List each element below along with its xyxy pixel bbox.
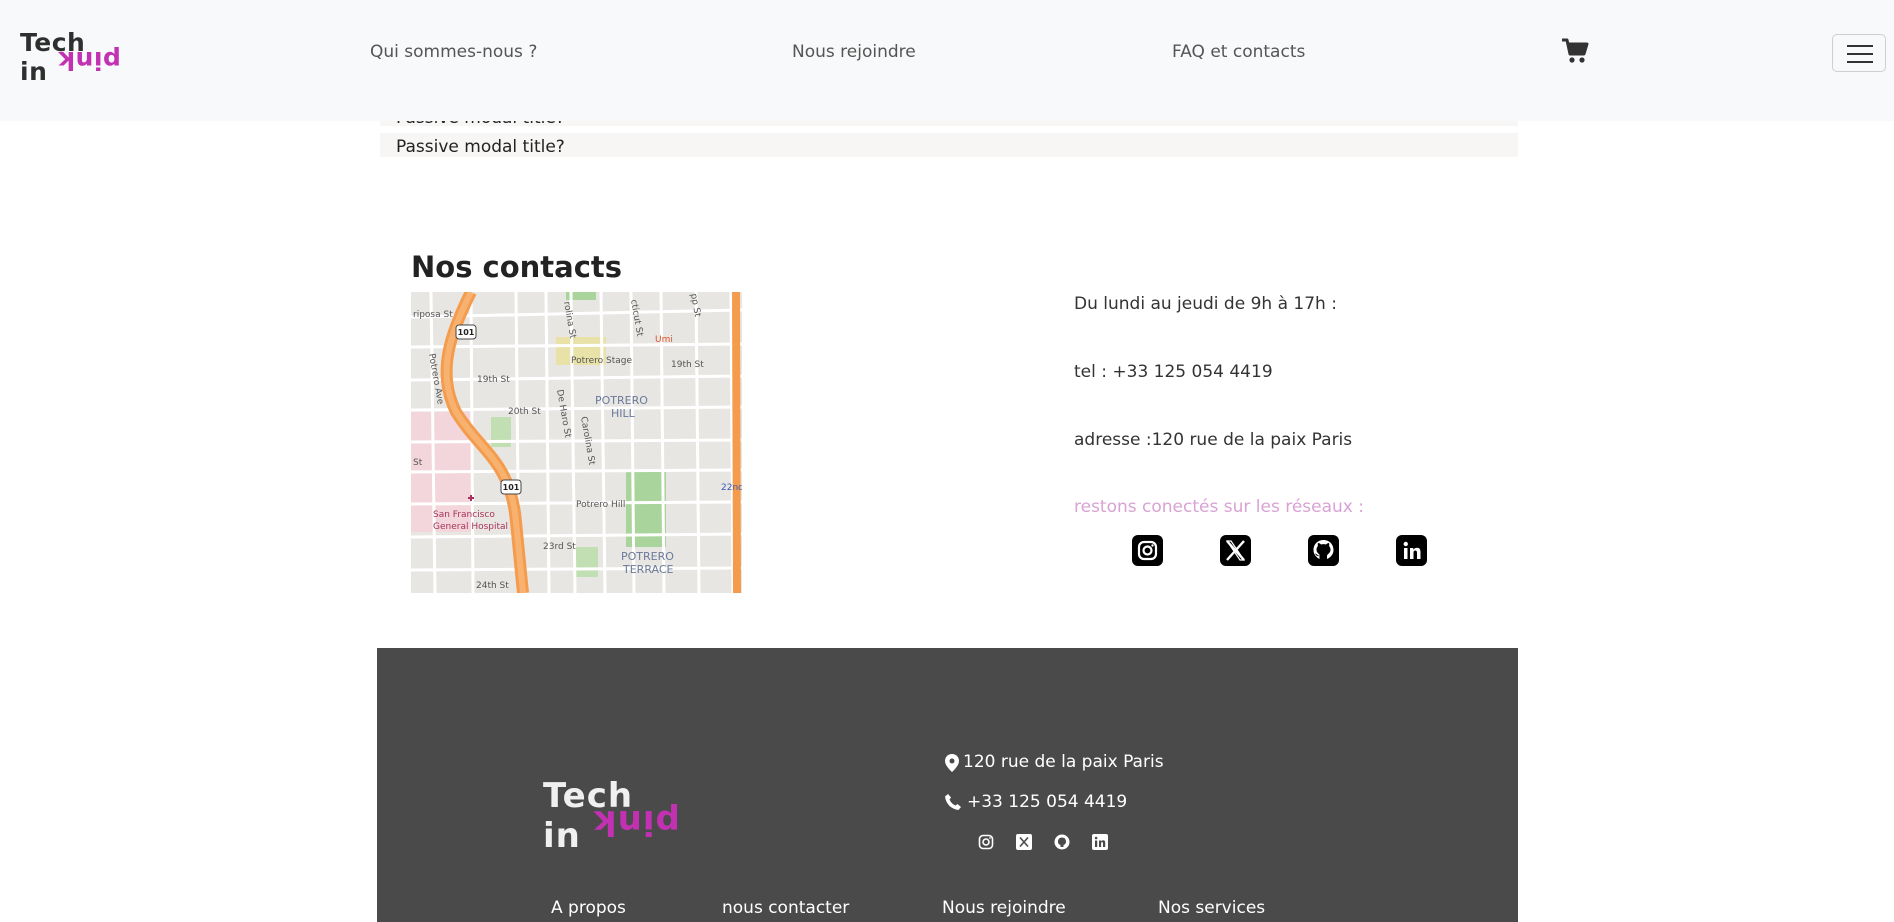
map-label: St: [413, 458, 423, 468]
menu-toggle-button[interactable]: [1832, 34, 1886, 72]
site-logo[interactable]: Tech in pink: [20, 28, 121, 86]
phone-icon: [945, 794, 961, 810]
footer-link-about[interactable]: A propos: [551, 898, 626, 918]
navbar: Tech in pink Qui sommes-nous ? Nous rejo…: [0, 0, 1894, 121]
highway-shield: 101: [458, 328, 475, 337]
map-label: Potrero Stage: [571, 356, 633, 366]
accordion-item-title: Passive modal title?: [396, 137, 565, 157]
cart-icon[interactable]: [1561, 38, 1589, 64]
map-label: 20th St: [508, 407, 541, 417]
x-icon[interactable]: [1016, 834, 1032, 850]
map-label: 19th St: [477, 375, 510, 385]
footer-link-services[interactable]: Nos services: [1158, 898, 1265, 918]
map-label: Umi: [655, 335, 673, 345]
footer-address: 120 rue de la paix Paris: [963, 752, 1164, 772]
map-label: 23rd St: [543, 542, 576, 552]
map-label: 19th St: [671, 360, 704, 370]
footer: Tech in pink 120 rue de la paix Paris +3…: [377, 648, 1518, 922]
map-label: 22nd: [721, 483, 742, 493]
github-icon[interactable]: [1308, 535, 1339, 566]
x-icon[interactable]: [1220, 535, 1251, 566]
nav-link-join[interactable]: Nous rejoindre: [792, 42, 916, 62]
footer-link-join[interactable]: Nous rejoindre: [942, 898, 1066, 918]
map-label: HILL: [611, 407, 636, 420]
github-icon[interactable]: [1054, 834, 1070, 850]
linkedin-icon[interactable]: [1092, 834, 1108, 850]
nav-link-faq[interactable]: FAQ et contacts: [1172, 42, 1305, 62]
map-label: 24th St: [476, 581, 509, 591]
accordion-item[interactable]: Passive modal title?: [380, 133, 1518, 157]
contacts-title: Nos contacts: [411, 250, 623, 284]
map-label: POTRERO: [595, 394, 648, 407]
footer-logo[interactable]: Tech in pink: [543, 776, 683, 856]
highway-shield: 101: [503, 483, 520, 492]
map-label: General Hospital: [433, 522, 508, 532]
linkedin-icon[interactable]: [1396, 535, 1427, 566]
contact-hours: Du lundi au jeudi de 9h à 17h :: [1074, 294, 1337, 314]
map[interactable]: riposa St Potrero Ave Potrero Stage Umi …: [411, 292, 742, 593]
map-label: San Francisco: [433, 510, 495, 520]
map-label: TERRACE: [622, 563, 674, 576]
map-label: Potrero Hill: [576, 500, 625, 510]
nav-link-about[interactable]: Qui sommes-nous ?: [370, 42, 537, 62]
footer-phone: +33 125 054 4419: [967, 792, 1128, 812]
footer-link-contact[interactable]: nous contacter: [722, 898, 849, 918]
map-label: POTRERO: [621, 550, 674, 563]
contact-address: adresse :120 rue de la paix Paris: [1074, 430, 1353, 450]
logo-text-bottom: pink: [58, 46, 121, 75]
map-label: riposa St: [413, 310, 453, 320]
hamburger-icon: [1847, 45, 1873, 47]
social-prompt: restons conectés sur les réseaux :: [1074, 497, 1364, 517]
contact-phone: tel : +33 125 054 4419: [1074, 362, 1273, 382]
instagram-icon[interactable]: [978, 834, 994, 850]
location-pin-icon: [945, 754, 959, 772]
instagram-icon[interactable]: [1132, 535, 1163, 566]
footer-logo-text-bottom: pink: [593, 802, 680, 842]
